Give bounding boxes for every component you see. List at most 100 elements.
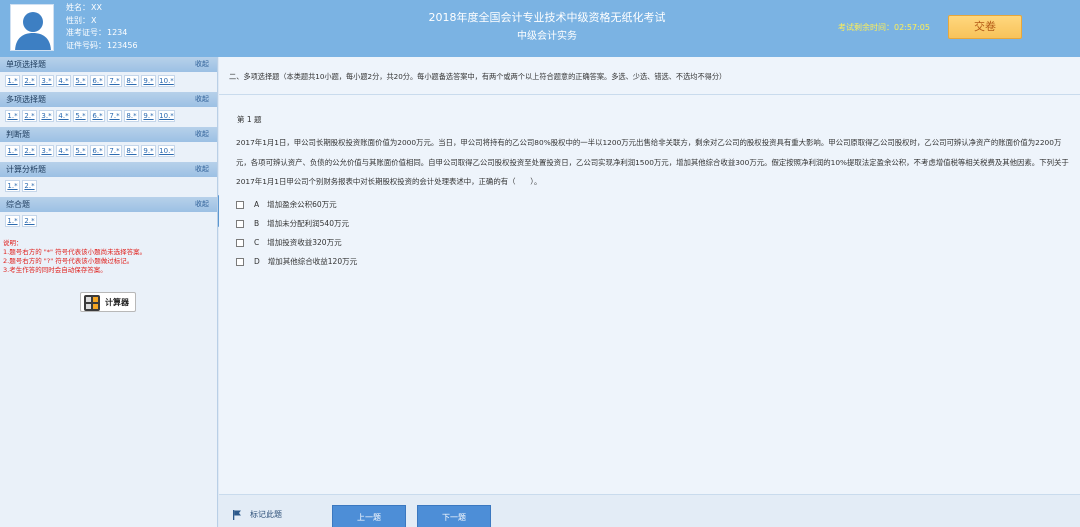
section-title: 判断题 (6, 130, 30, 139)
question-link[interactable]: 4.* (56, 145, 71, 157)
candidate-info: 姓名：XX 性别：X 准考证号：1234 证件号码：123456 (66, 2, 138, 52)
top-header: 姓名：XX 性别：X 准考证号：1234 证件号码：123456 2018年度全… (0, 0, 1080, 57)
question-link[interactable]: 7.* (107, 75, 122, 87)
collapse-toggle[interactable]: 收起 (195, 57, 209, 72)
question-link[interactable]: 9.* (141, 110, 156, 122)
name-value: XX (91, 3, 102, 12)
option-b[interactable]: B 增加未分配利润540万元 (236, 214, 357, 233)
question-link[interactable]: 1.* (5, 215, 20, 227)
question-link[interactable]: 2.* (22, 110, 37, 122)
option-key: A (254, 200, 260, 209)
section-header: 多项选择题 收起 (0, 92, 217, 107)
notes-title: 说明： (3, 239, 23, 247)
section-header: 单项选择题 收起 (0, 57, 217, 72)
countdown-timer: 考试剩余时间：02:57:05 (838, 22, 930, 33)
id-value: 123456 (107, 40, 138, 50)
question-link[interactable]: 3.* (39, 110, 54, 122)
option-text: 增加其他综合收益120万元 (267, 257, 358, 266)
question-link[interactable]: 10.* (158, 145, 175, 157)
question-link[interactable]: 3.* (39, 75, 54, 87)
option-text: 增加未分配利润540万元 (267, 219, 349, 228)
avatar (10, 4, 54, 51)
option-c[interactable]: C 增加投资收益320万元 (236, 233, 357, 252)
question-link[interactable]: 1.* (5, 110, 20, 122)
collapse-toggle[interactable]: 收起 (195, 162, 209, 177)
question-link[interactable]: 1.* (5, 75, 20, 87)
calculator-button[interactable]: 计算器 (80, 292, 136, 312)
timer-value: 02:57:05 (894, 23, 930, 32)
question-number: 第 1 题 (237, 115, 262, 124)
question-footer: 标记此题 上一题 下一题 (219, 494, 1080, 527)
question-link[interactable]: 9.* (141, 145, 156, 157)
question-link[interactable]: 6.* (90, 110, 105, 122)
section-question-list: 1.* 2.* (0, 212, 217, 232)
option-text: 增加盈余公积60万元 (267, 200, 337, 209)
section-title: 单项选择题 (6, 60, 46, 69)
question-link[interactable]: 2.* (22, 180, 37, 192)
question-link[interactable]: 6.* (90, 145, 105, 157)
admission-value: 1234 (107, 28, 128, 37)
gender-label: 性别： (66, 15, 90, 25)
option-key: B (254, 219, 260, 228)
question-link[interactable]: 8.* (124, 145, 139, 157)
mark-question-toggle[interactable]: 标记此题 (232, 509, 282, 520)
option-a[interactable]: A 增加盈余公积60万元 (236, 195, 357, 214)
question-link[interactable]: 2.* (22, 145, 37, 157)
option-key: D (254, 257, 260, 266)
section-question-list: 1.* 2.* 3.* 4.* 5.* 6.* 7.* 8.* 9.* 10.* (0, 107, 217, 127)
note-line: 2.题号右方的 "?" 符号代表该小题做过标记。 (3, 257, 134, 265)
checkbox[interactable] (236, 238, 244, 247)
admission-label: 准考证号： (66, 28, 106, 37)
submit-exam-button[interactable]: 交卷 (948, 15, 1022, 39)
question-link[interactable]: 9.* (141, 75, 156, 87)
section-title: 计算分析题 (6, 165, 46, 174)
question-panel: 二、多项选择题（本类题共10小题，每小题2分，共20分。每小题备选答案中，有两个… (219, 57, 1080, 494)
question-link[interactable]: 2.* (22, 215, 37, 227)
question-link[interactable]: 7.* (107, 110, 122, 122)
section-title: 综合题 (6, 200, 30, 209)
collapse-toggle[interactable]: 收起 (195, 127, 209, 142)
question-link[interactable]: 2.* (22, 75, 37, 87)
section-title: 多项选择题 (6, 95, 46, 104)
exam-title: 2018年度全国会计专业技术中级资格无纸化考试 (428, 11, 666, 24)
section-question-list: 1.* 2.* (0, 177, 217, 197)
question-link[interactable]: 7.* (107, 145, 122, 157)
section-question-list: 1.* 2.* 3.* 4.* 5.* 6.* 7.* 8.* 9.* 10.* (0, 72, 217, 92)
name-label: 姓名： (66, 3, 90, 12)
question-link[interactable]: 1.* (5, 145, 20, 157)
question-link[interactable]: 10.* (158, 75, 175, 87)
question-link[interactable]: 5.* (73, 110, 88, 122)
gender-value: X (91, 15, 97, 25)
question-stem: 2017年1月1日，甲公司长期股权投资账面价值为2000万元。当日，甲公司将持有… (236, 138, 1069, 186)
question-link[interactable]: 4.* (56, 75, 71, 87)
collapse-toggle[interactable]: 收起 (195, 197, 209, 212)
option-d[interactable]: D 增加其他综合收益120万元 (236, 252, 357, 271)
mark-label: 标记此题 (250, 510, 282, 519)
previous-question-button[interactable]: 上一题 (332, 505, 406, 527)
legend-notes: 说明： 1.题号右方的 "*" 符号代表该小题尚未选择答案。 2.题号右方的 "… (3, 239, 217, 275)
exam-title-block: 2018年度全国会计专业技术中级资格无纸化考试 中级会计实务 (380, 10, 714, 45)
checkbox[interactable] (236, 219, 244, 228)
question-link[interactable]: 1.* (5, 180, 20, 192)
question-link[interactable]: 4.* (56, 110, 71, 122)
option-key: C (254, 238, 260, 247)
section-header: 综合题 收起 (0, 197, 217, 212)
answer-options: A 增加盈余公积60万元 B 增加未分配利润540万元 C 增加投资收益320万元 D… (236, 195, 357, 271)
timer-label: 考试剩余时间： (838, 23, 894, 32)
question-link[interactable]: 3.* (39, 145, 54, 157)
section-header: 判断题 收起 (0, 127, 217, 142)
checkbox[interactable] (236, 200, 244, 209)
question-link[interactable]: 5.* (73, 75, 88, 87)
question-link[interactable]: 10.* (158, 110, 175, 122)
question-link[interactable]: 5.* (73, 145, 88, 157)
section-question-list: 1.* 2.* 3.* 4.* 5.* 6.* 7.* 8.* 9.* 10.* (0, 142, 217, 162)
question-nav-sidebar: 单项选择题 收起 1.* 2.* 3.* 4.* 5.* 6.* 7.* 8.* 9.* 10.* … (0, 57, 218, 527)
next-question-button[interactable]: 下一题 (417, 505, 491, 527)
question-link[interactable]: 8.* (124, 75, 139, 87)
question-link[interactable]: 8.* (124, 110, 139, 122)
checkbox[interactable] (236, 257, 244, 266)
flag-icon (233, 509, 241, 520)
question-link[interactable]: 6.* (90, 75, 105, 87)
exam-subject: 中级会计实务 (517, 31, 577, 42)
collapse-toggle[interactable]: 收起 (195, 92, 209, 107)
